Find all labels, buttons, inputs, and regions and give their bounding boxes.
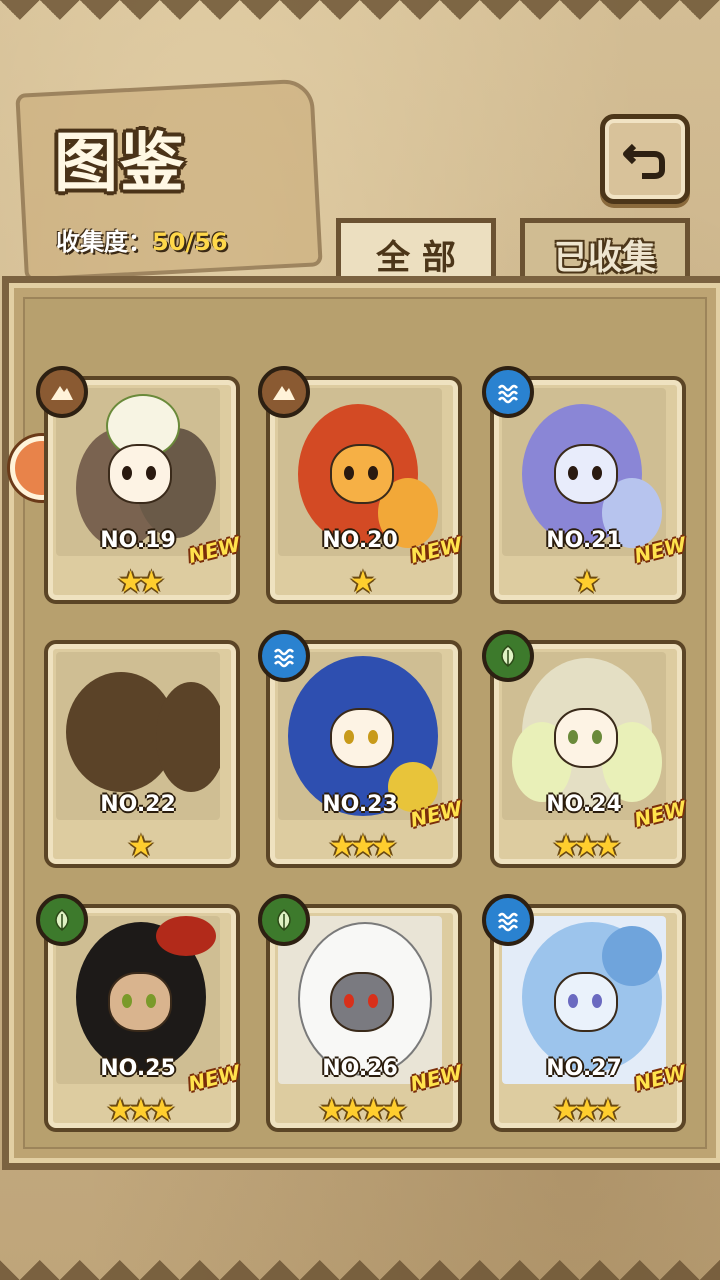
monster-card-27[interactable]: NO.27 NEW ★★★ — [482, 894, 688, 1132]
star-rating: ★★ — [117, 565, 165, 600]
water-element-icon — [482, 894, 534, 946]
leaf-element-icon — [482, 630, 534, 682]
water-element-icon — [258, 630, 310, 682]
leaf-element-icon — [36, 894, 88, 946]
monster-card-22-locked[interactable]: NO.22 ★ — [44, 640, 240, 868]
top-border — [0, 0, 720, 40]
water-element-icon — [482, 366, 534, 418]
star-rating: ★ — [573, 565, 601, 600]
back-button[interactable] — [600, 114, 690, 204]
monster-card-25[interactable]: NO.25 NEW ★★★ — [36, 894, 242, 1132]
tab-collected[interactable]: 已收集 — [520, 218, 690, 285]
monster-card-20[interactable]: NO.20 NEW ★ — [258, 366, 464, 604]
star-rating: ★★★★ — [318, 1093, 408, 1128]
earth-element-icon — [258, 366, 310, 418]
return-arrow-icon — [623, 143, 665, 179]
bottom-border — [0, 1240, 720, 1280]
monster-card-26[interactable]: NO.26 NEW ★★★★ — [258, 894, 464, 1132]
collection-progress: 收集度：50/56 — [56, 222, 228, 257]
star-rating: ★★★ — [552, 829, 622, 864]
monster-card-19[interactable]: NO.19 NEW ★★ — [36, 366, 242, 604]
page-title: 图鉴 — [54, 127, 186, 201]
monster-number: NO.22 — [100, 792, 176, 817]
monster-card-23[interactable]: NO.23 NEW ★★★ — [258, 630, 464, 868]
star-rating: ★★★ — [328, 829, 398, 864]
collection-label: 收集度： — [56, 228, 152, 256]
collection-value: 50/56 — [152, 228, 228, 256]
monster-card-21[interactable]: NO.21 NEW ★ — [482, 366, 688, 604]
star-rating: ★★★ — [552, 1093, 622, 1128]
leaf-element-icon — [258, 894, 310, 946]
monster-card-24[interactable]: NO.24 NEW ★★★ — [482, 630, 688, 868]
star-rating: ★ — [127, 829, 155, 864]
star-rating: ★★★ — [106, 1093, 176, 1128]
star-rating: ★ — [349, 565, 377, 600]
tab-all[interactable]: 全 部 — [336, 218, 496, 285]
earth-element-icon — [36, 366, 88, 418]
